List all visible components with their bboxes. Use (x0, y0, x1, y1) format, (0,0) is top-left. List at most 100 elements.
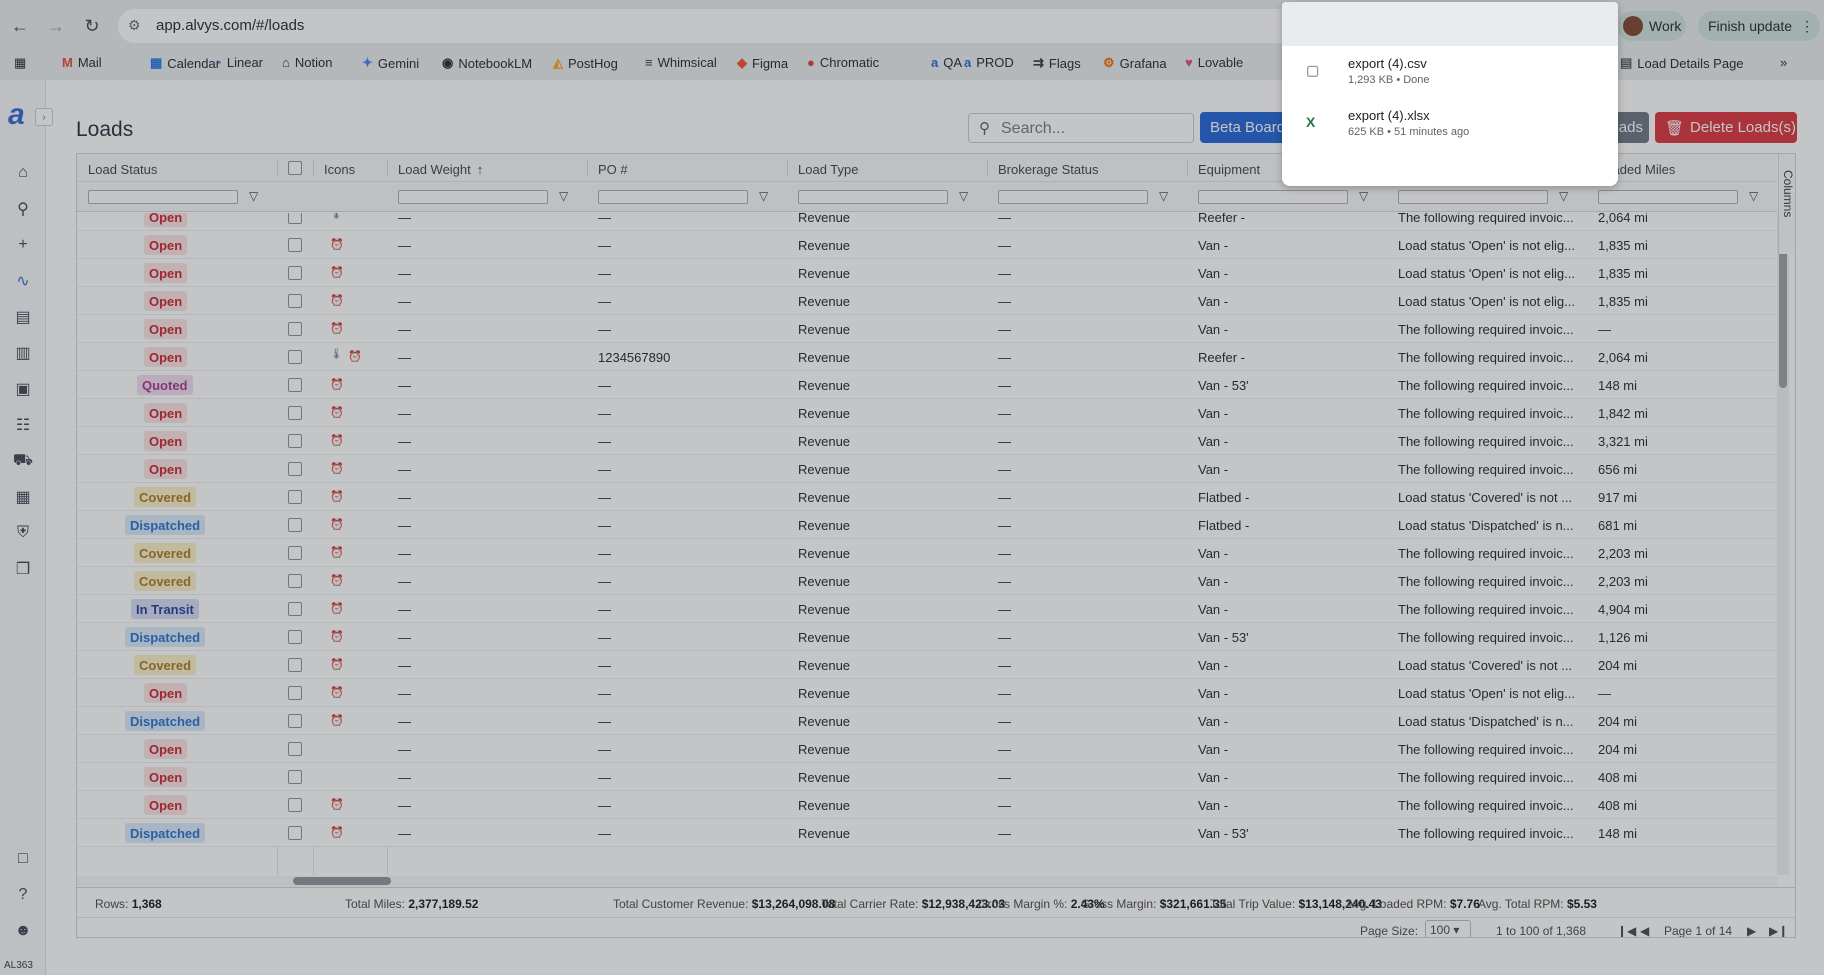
row-checkbox[interactable] (288, 213, 302, 224)
row-checkbox[interactable] (288, 322, 302, 336)
status-badge[interactable]: Covered (134, 655, 197, 675)
bookmark-mail[interactable]: M Mail (62, 55, 102, 70)
table-row[interactable]: Open ⏰ — — Revenue — Van - Load status 'Open' i… (77, 259, 1777, 287)
bookmark-notebooklm[interactable]: ◉ NotebookLM (442, 55, 532, 71)
column-header-equipment[interactable]: Equipment (1198, 162, 1260, 177)
filter-input-brokerage[interactable] (998, 190, 1148, 204)
row-checkbox[interactable] (288, 574, 302, 588)
download-item[interactable]: ▢ export (4).csv 1,293 KB • Done (1294, 50, 1614, 94)
row-checkbox[interactable] (288, 630, 302, 644)
table-row[interactable]: Dispatched ⏰ — — Revenue — Van - 53' The follow… (77, 819, 1777, 847)
column-divider[interactable] (277, 160, 278, 176)
table-row[interactable]: Dispatched ⏰ — — Revenue — Van - 53' The follow… (77, 623, 1777, 651)
status-badge[interactable]: Covered (134, 487, 197, 507)
bookmark-linear[interactable]: ◔ Linear (214, 55, 263, 70)
status-badge[interactable]: Covered (134, 571, 197, 591)
apps-grid-icon[interactable]: ▦ (14, 55, 26, 71)
filter-input-miles[interactable] (1598, 190, 1738, 204)
filter-input-weight[interactable] (398, 190, 548, 204)
page-size-select[interactable]: 100 ▾ (1425, 920, 1471, 937)
site-settings-icon[interactable]: ⚙ (128, 17, 141, 34)
bookmarks-overflow-icon[interactable]: » (1780, 55, 1787, 70)
status-badge[interactable]: Open (144, 795, 188, 815)
bookmark-flags[interactable]: ⇉ Flags (1033, 55, 1081, 71)
column-header-brokerage[interactable]: Brokerage Status (998, 162, 1098, 177)
status-badge[interactable]: Open (144, 739, 188, 759)
bookmark-figma[interactable]: ◆ Figma (737, 55, 788, 71)
table-row[interactable]: Covered ⏰ — — Revenue — Van - Load status 'Cove… (77, 651, 1777, 679)
status-badge[interactable]: In Transit (131, 599, 199, 619)
next-page-icon[interactable]: ▶ (1747, 924, 1756, 937)
bookmark-posthog[interactable]: ◭ PostHog (553, 55, 618, 71)
horizontal-scroll-thumb[interactable] (293, 877, 391, 885)
loads-route-icon[interactable]: ∿ (12, 270, 34, 292)
row-checkbox[interactable] (288, 490, 302, 504)
table-row[interactable]: Open — — Revenue — Van - The following require… (77, 735, 1777, 763)
bookmark-prod[interactable]: a PROD (964, 55, 1014, 70)
table-row[interactable]: Quoted ⏰ — — Revenue — Van - 53' The following … (77, 371, 1777, 399)
row-checkbox[interactable] (288, 826, 302, 840)
columns-panel-toggle[interactable]: Columns (1778, 154, 1795, 254)
table-row[interactable]: Covered ⏰ — — Revenue — Van - The following req… (77, 539, 1777, 567)
row-checkbox[interactable] (288, 406, 302, 420)
status-badge[interactable]: Dispatched (125, 627, 206, 647)
table-row[interactable]: Open — — Revenue — Van - The following require… (77, 763, 1777, 791)
org-chart-icon[interactable]: ☷ (12, 414, 34, 436)
filter-funnel-icon[interactable]: ▽ (959, 189, 968, 203)
filter-funnel-icon[interactable]: ▽ (759, 189, 768, 203)
table-row[interactable]: Open ⏰ — — Revenue — Van - The following requir… (77, 791, 1777, 819)
filter-funnel-icon[interactable]: ▽ (1159, 189, 1168, 203)
column-divider[interactable] (313, 160, 314, 176)
bookmark-load-details-page[interactable]: ▤ Load Details Page (1620, 55, 1744, 71)
profile-button[interactable]: Work (1617, 11, 1686, 41)
row-checkbox[interactable] (288, 546, 302, 560)
sidebar-expand-icon[interactable]: › (35, 108, 53, 126)
filter-funnel-icon[interactable]: ▽ (249, 189, 258, 203)
invoice-icon[interactable]: ▥ (12, 342, 34, 364)
table-row[interactable]: Open 🌡 — — Revenue — Reefer - The following req… (77, 213, 1777, 231)
sort-ascending-icon[interactable]: ↑ (477, 162, 484, 177)
forward-icon[interactable]: → (44, 14, 68, 38)
vertical-scrollbar[interactable] (1777, 213, 1789, 875)
status-badge[interactable]: Covered (134, 543, 197, 563)
column-header-icons[interactable]: Icons (324, 162, 355, 177)
row-checkbox[interactable] (288, 434, 302, 448)
filter-input-po[interactable] (598, 190, 748, 204)
status-badge[interactable]: Open (144, 459, 188, 479)
filter-input-status[interactable] (88, 190, 238, 204)
status-badge[interactable]: Dispatched (125, 823, 206, 843)
status-badge[interactable]: Open (144, 347, 188, 367)
home-icon[interactable]: ⌂ (12, 162, 34, 184)
billing-icon[interactable]: ▦ (12, 486, 34, 508)
prev-page-icon[interactable]: ◀ (1640, 924, 1649, 937)
url-text[interactable]: app.alvys.com/#/loads (156, 17, 304, 34)
row-checkbox[interactable] (288, 266, 302, 280)
first-page-icon[interactable]: ❙◀ (1617, 924, 1636, 937)
row-checkbox[interactable] (288, 462, 302, 476)
row-checkbox[interactable] (288, 518, 302, 532)
row-checkbox[interactable] (288, 658, 302, 672)
search-box[interactable]: ⚲ (968, 113, 1194, 143)
horizontal-scrollbar[interactable] (77, 876, 1777, 886)
row-checkbox[interactable] (288, 686, 302, 700)
row-checkbox[interactable] (288, 742, 302, 756)
filter-input-reason[interactable] (1398, 190, 1548, 204)
select-all-checkbox[interactable] (288, 161, 302, 175)
status-badge[interactable]: Open (144, 683, 188, 703)
row-checkbox[interactable] (288, 238, 302, 252)
bookmark-gemini[interactable]: ✦ Gemini (362, 55, 419, 71)
contacts-icon[interactable]: ▣ (12, 378, 34, 400)
row-checkbox[interactable] (288, 602, 302, 616)
table-row[interactable]: In Transit ⏰ — — Revenue — Van - The following … (77, 595, 1777, 623)
status-badge[interactable]: Dispatched (125, 515, 206, 535)
table-row[interactable]: Covered ⏰ — — Revenue — Van - The following req… (77, 567, 1777, 595)
table-row[interactable]: Open ⏰ — — Revenue — Van - The following requir… (77, 427, 1777, 455)
row-checkbox[interactable] (288, 294, 302, 308)
row-checkbox[interactable] (288, 378, 302, 392)
download-item[interactable]: Xexport (4).xlsx 625 KB • 51 minutes ago (1294, 102, 1614, 146)
filter-funnel-icon[interactable]: ▽ (559, 189, 568, 203)
delete-loads-button[interactable]: 🗑 Delete Loads(s) (1655, 112, 1797, 143)
table-row[interactable]: Open ⏰ — — Revenue — Van - The following requir… (77, 315, 1777, 343)
bookmark-whimsical[interactable]: ≡ Whimsical (645, 55, 717, 70)
row-checkbox[interactable] (288, 350, 302, 364)
